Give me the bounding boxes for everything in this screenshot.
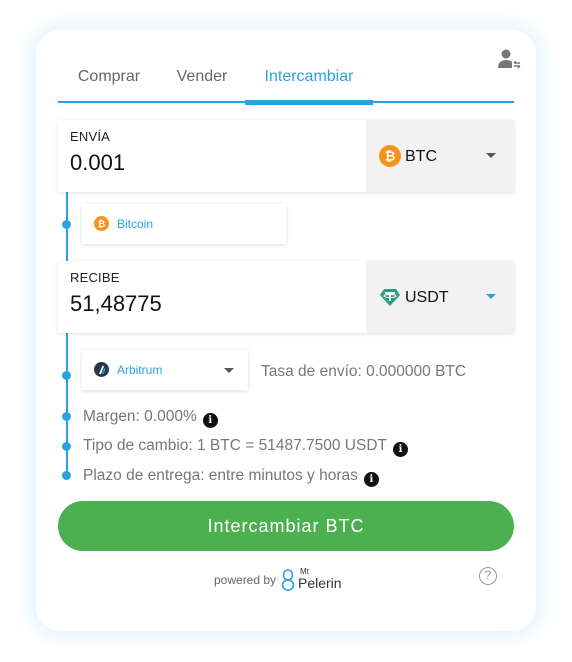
receive-coin-select[interactable]: USDT (366, 261, 514, 333)
svg-text:₿: ₿ (385, 150, 396, 165)
delivery-time-row: Plazo de entrega: entre minutos y horas i (83, 467, 379, 487)
tab-vender[interactable]: Vender (172, 63, 232, 103)
tab-intercambiar[interactable]: Intercambiar (245, 63, 373, 105)
exchange-rate-row: Tipo de cambio: 1 BTC = 51487.7500 USDT i (83, 437, 408, 457)
info-icon[interactable]: i (363, 472, 379, 487)
receive-coin-label: USDT (405, 289, 449, 306)
receive-amount-input[interactable] (70, 291, 350, 317)
margin-text: Margen: 0.000% (83, 408, 197, 425)
info-icon[interactable]: i (202, 413, 218, 428)
pelerin-logo-icon (281, 569, 295, 591)
send-network-label: Bitcoin (117, 217, 154, 231)
receive-network-select[interactable]: Arbitrum (82, 350, 248, 390)
margin-row: Margen: 0.000% i (83, 408, 218, 428)
svg-text:₿: ₿ (98, 219, 105, 230)
timeline-dot (62, 442, 71, 451)
exchange-rate-text: Tipo de cambio: 1 BTC = 51487.7500 USDT (83, 437, 387, 454)
receive-network-label: Arbitrum (117, 363, 163, 377)
chevron-down-icon (486, 153, 496, 158)
tether-icon (380, 289, 400, 306)
powered-by-text: powered by (214, 573, 277, 587)
send-fee-text: Tasa de envío: 0.000000 BTC (261, 363, 467, 380)
timeline-dot (62, 220, 71, 229)
timeline-line-bottom (66, 333, 68, 475)
tab-comprar[interactable]: Comprar (74, 63, 144, 103)
delivery-time-text: Plazo de entrega: entre minutos y horas (83, 467, 358, 484)
brand-name: Pelerin (298, 575, 342, 591)
bitcoin-icon: ₿ (379, 145, 401, 167)
tab-bar: Comprar Vender Intercambiar (58, 63, 514, 105)
send-network-chip[interactable]: ₿ Bitcoin (82, 204, 286, 244)
timeline-dot (62, 412, 71, 421)
send-label: ENVÍA (70, 129, 111, 144)
info-icon[interactable]: i (393, 442, 408, 457)
swap-button[interactable]: Intercambiar BTC (58, 501, 514, 551)
chevron-down-icon (486, 294, 496, 299)
widget-card: Comprar Vender Intercambiar ENVÍA ₿ BTC … (36, 30, 536, 631)
send-coin-label: BTC (405, 148, 437, 165)
help-icon[interactable]: ? (479, 567, 497, 585)
receive-label: RECIBE (70, 270, 120, 285)
timeline-dot (62, 371, 71, 380)
send-field: ENVÍA ₿ BTC (58, 120, 514, 192)
receive-field: RECIBE USDT (58, 261, 514, 333)
send-amount-input[interactable] (70, 150, 350, 176)
timeline-dot (62, 471, 71, 480)
send-coin-select[interactable]: ₿ BTC (366, 120, 514, 192)
arbitrum-icon (94, 362, 109, 377)
mt-pelerin-logo[interactable]: Mt Pelerin (281, 567, 351, 593)
chevron-down-icon (224, 368, 234, 373)
bitcoin-icon: ₿ (94, 216, 109, 231)
